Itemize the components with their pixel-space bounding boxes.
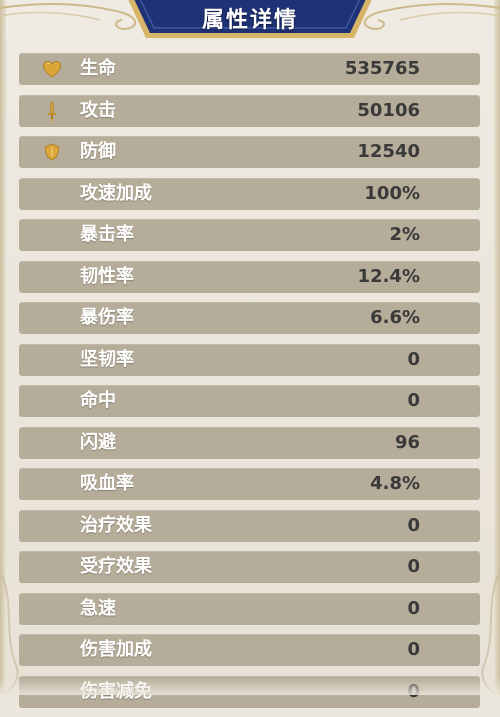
stat-label: 防御 xyxy=(80,141,116,162)
stat-row: 受疗效果 0 xyxy=(19,551,480,583)
stat-value: 0 xyxy=(407,556,420,577)
sword-icon xyxy=(48,101,56,121)
stat-value: 12.4% xyxy=(357,265,420,287)
stat-value: 4.8% xyxy=(370,473,420,494)
stat-row: 急速 0 xyxy=(19,592,480,625)
stat-row: 伤害减免 0 xyxy=(19,675,480,708)
stat-value: 0 xyxy=(407,348,420,370)
stat-value: 0 xyxy=(407,390,420,411)
stat-label: 吸血率 xyxy=(80,473,134,494)
stat-label: 命中 xyxy=(80,390,116,411)
stat-value: 96 xyxy=(394,431,420,453)
heart-icon xyxy=(42,61,62,78)
stat-value: 2% xyxy=(389,224,420,245)
stat-list: 生命 535765 攻击 50106 防御 12540 攻速加成 100% 暴击… xyxy=(19,53,480,717)
stat-label: 攻击 xyxy=(80,99,116,121)
stat-label: 坚韧率 xyxy=(80,348,134,370)
right-corner-ornament xyxy=(481,575,499,695)
stat-row: 暴伤率 6.6% xyxy=(19,302,480,334)
stat-row-attack: 攻击 50106 xyxy=(19,94,480,127)
stat-value: 12540 xyxy=(357,141,420,162)
stat-row: 攻速加成 100% xyxy=(19,177,480,210)
stat-value: 0 xyxy=(407,639,420,660)
stat-row: 吸血率 4.8% xyxy=(19,468,480,500)
stat-row: 治疗效果 0 xyxy=(19,509,480,542)
stat-row: 坚韧率 0 xyxy=(19,343,480,376)
stat-row-defense: 防御 12540 xyxy=(19,136,480,168)
stat-label: 闪避 xyxy=(80,431,116,453)
stat-row: 韧性率 12.4% xyxy=(19,260,480,293)
stat-label: 伤害减免 xyxy=(80,680,152,702)
stat-label: 急速 xyxy=(80,597,116,619)
stat-label: 伤害加成 xyxy=(80,639,152,660)
stat-value: 0 xyxy=(407,514,420,536)
stat-row: 闪避 96 xyxy=(19,426,480,459)
stat-value: 0 xyxy=(407,680,420,702)
panel-title: 属性详情 xyxy=(201,8,298,33)
shield-icon xyxy=(44,143,60,161)
stat-label: 受疗效果 xyxy=(80,556,152,577)
stat-label: 暴伤率 xyxy=(80,307,134,328)
stat-value: 50106 xyxy=(357,99,420,121)
stat-label: 治疗效果 xyxy=(80,514,152,536)
stat-row-hp: 生命 535765 xyxy=(19,53,480,85)
stat-row: 暴击率 2% xyxy=(19,219,480,251)
stat-value: 6.6% xyxy=(370,307,420,328)
stat-value: 100% xyxy=(364,182,420,204)
title-banner: 属性详情 xyxy=(118,0,382,40)
stat-row: 命中 0 xyxy=(19,385,480,417)
left-corner-ornament xyxy=(1,575,19,695)
stat-value: 535765 xyxy=(344,58,420,79)
stat-row: 伤害加成 0 xyxy=(19,634,480,666)
stat-label: 暴击率 xyxy=(80,224,134,245)
stat-value: 0 xyxy=(407,597,420,619)
stat-label: 生命 xyxy=(80,58,116,79)
stat-label: 韧性率 xyxy=(80,265,134,287)
stat-label: 攻速加成 xyxy=(80,182,152,204)
